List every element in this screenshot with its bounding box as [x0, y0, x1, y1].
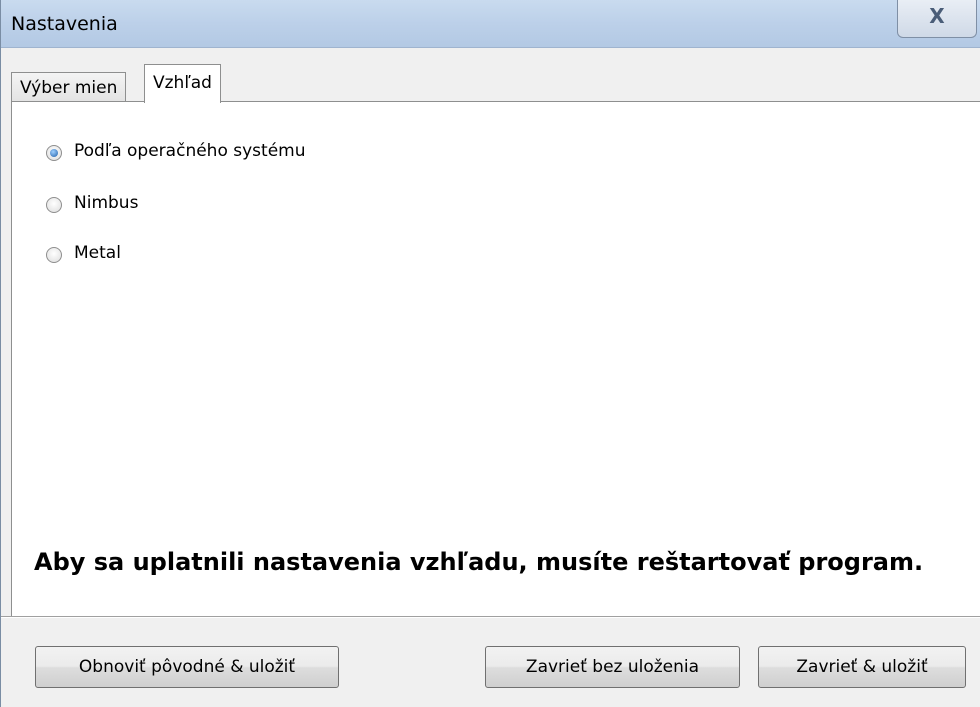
radio-icon[interactable] [46, 197, 62, 213]
close-icon: X [929, 4, 945, 28]
radio-icon[interactable] [46, 247, 62, 263]
window-title: Nastavenia [11, 13, 118, 35]
settings-window: Nastavenia X Výber mien Vzhľad Podľa ope… [0, 0, 980, 707]
button-bar-separator [1, 616, 980, 618]
radio-label: Podľa operačného systému [74, 141, 306, 161]
reset-save-button[interactable]: Obnoviť pôvodné & uložiť [35, 646, 339, 688]
close-button[interactable]: X [897, 0, 977, 38]
radio-label: Nimbus [74, 193, 139, 213]
close-save-button[interactable]: Zavrieť & uložiť [758, 646, 966, 688]
radio-selected-icon[interactable] [46, 145, 62, 161]
tab-vyber-mien[interactable]: Výber mien [11, 72, 127, 102]
tab-vzhlad[interactable]: Vzhľad [144, 64, 221, 103]
radio-label: Metal [74, 243, 121, 263]
appearance-panel: Podľa operačného systému Nimbus Metal Ab… [11, 101, 980, 616]
title-bar[interactable]: Nastavenia X [1, 0, 980, 48]
close-without-save-button[interactable]: Zavrieť bez uloženia [485, 646, 740, 688]
restart-notice: Aby sa uplatnili nastavenia vzhľadu, mus… [34, 548, 924, 576]
